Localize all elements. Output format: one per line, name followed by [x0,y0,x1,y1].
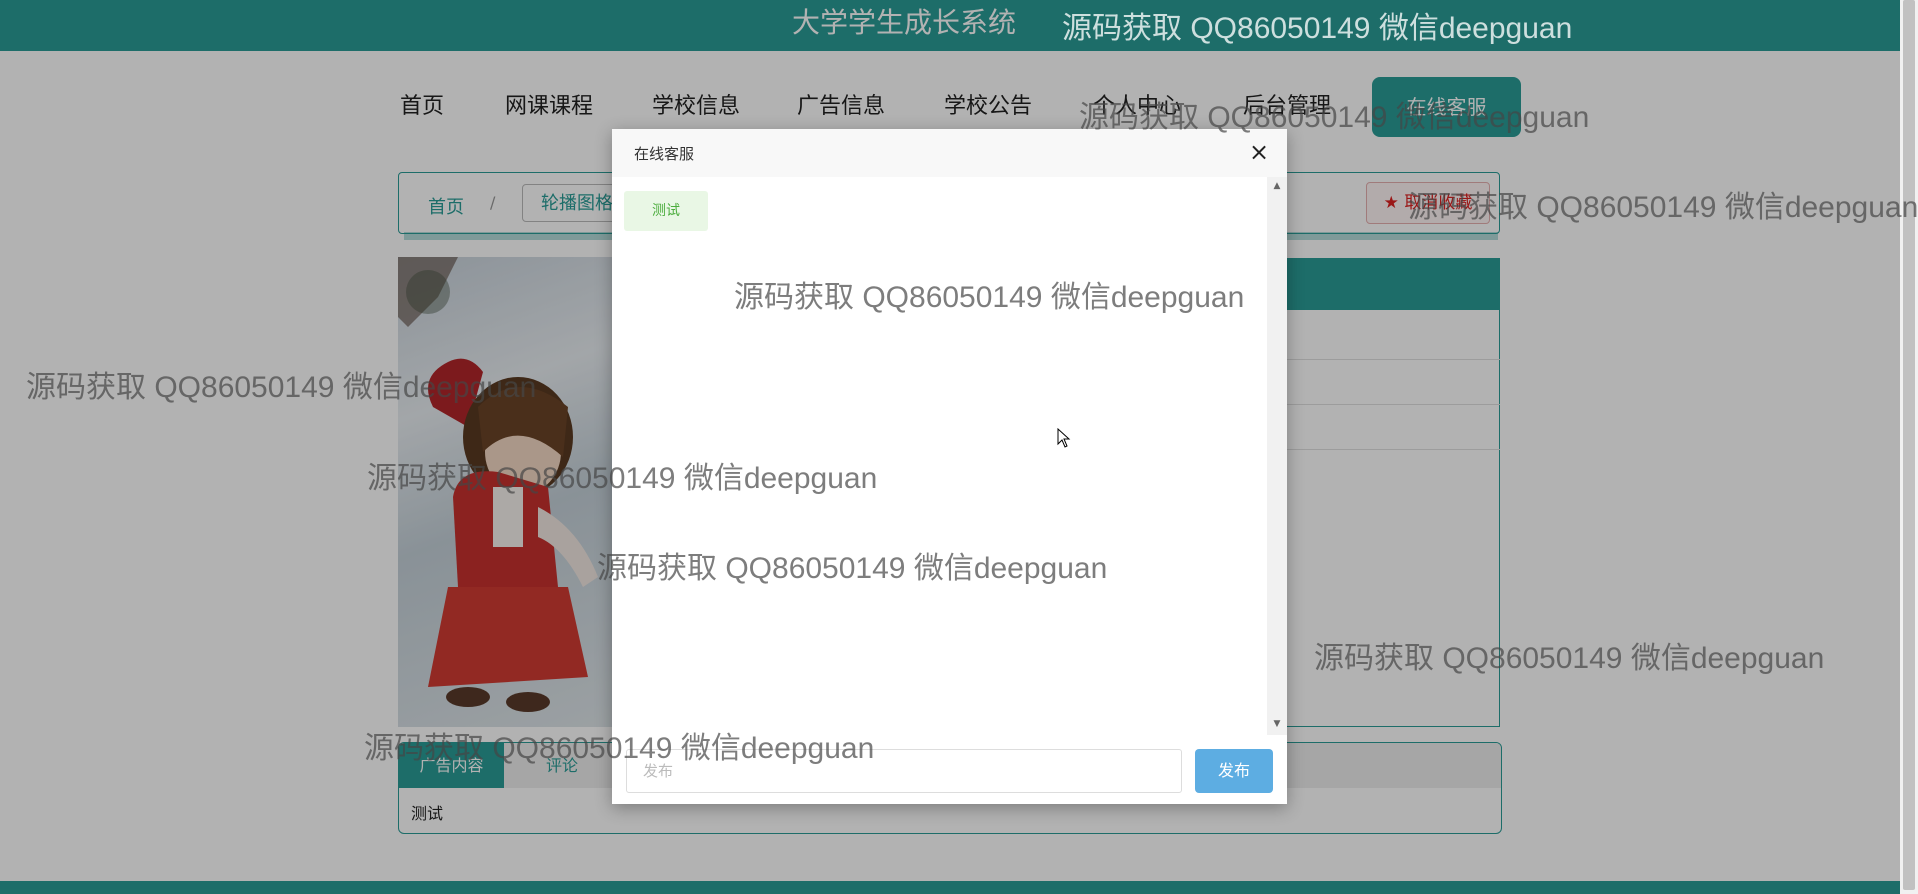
watermark-text: 源码获取 QQ86050149 微信deepguan [1408,191,1918,224]
watermark-text: 源码获取 QQ86050149 微信deepguan [1062,12,1573,45]
watermark-text: 源码获取 QQ86050149 微信deepguan [734,281,1245,314]
post-button[interactable]: 发布 [1195,749,1273,793]
watermark-text: 源码获取 QQ86050149 微信deepguan [26,371,537,404]
mouse-cursor-icon [1057,428,1071,448]
dialog-title: 在线客服 [634,145,695,163]
scroll-up-arrow-icon[interactable]: ▲ [1267,181,1287,191]
page-scrollbar-thumb[interactable] [1903,0,1915,890]
watermark-text: 源码获取 QQ86050149 微信deepguan [367,462,878,495]
watermark-text: 源码获取 QQ86050149 微信deepguan [364,732,875,765]
watermark-text: 源码获取 QQ86050149 微信deepguan [1314,642,1825,675]
close-icon[interactable]: × [1246,139,1272,165]
scroll-down-arrow-icon[interactable]: ▼ [1267,719,1287,729]
chat-scrollbar[interactable] [1267,177,1287,735]
watermark-text: 源码获取 QQ86050149 微信deepguan [1079,101,1590,134]
chat-message-bubble: 测试 [624,191,708,231]
dialog-header [612,129,1287,178]
watermark-text: 源码获取 QQ86050149 微信deepguan [597,552,1108,585]
